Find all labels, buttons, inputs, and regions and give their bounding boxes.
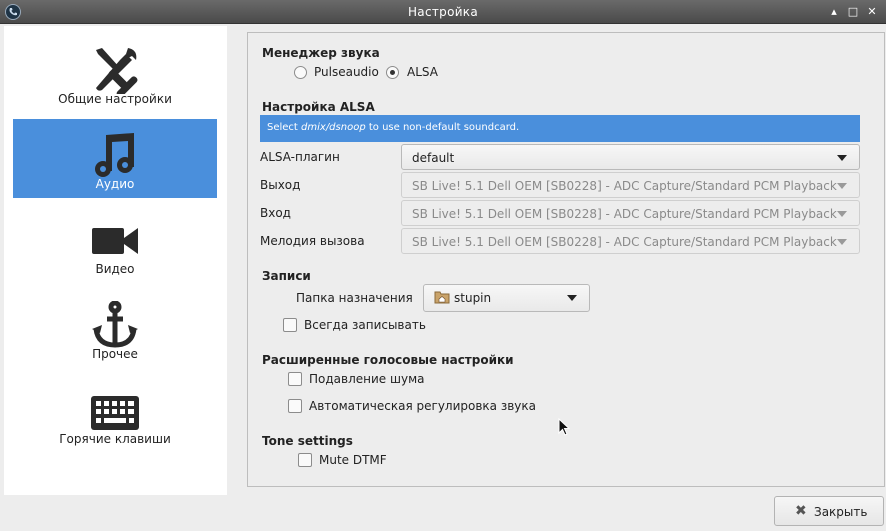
advanced-voice-title: Расширенные голосовые настройки — [262, 353, 514, 367]
destination-folder-select[interactable]: stupin — [423, 284, 590, 312]
alsa-settings-title: Настройка ALSA — [262, 100, 375, 114]
sidebar-item-general[interactable]: Общие настройки — [13, 34, 217, 113]
alsa-plugin-value: default — [412, 151, 455, 165]
agc-checkbox[interactable] — [288, 399, 302, 413]
output-label: Выход — [260, 178, 301, 192]
sidebar-item-label: Видео — [95, 262, 135, 276]
chevron-down-icon — [837, 183, 847, 189]
video-camera-icon — [92, 228, 138, 254]
always-record-label: Всегда записывать — [304, 318, 426, 332]
input-select: SB Live! 5.1 Dell OEM [SB0228] - ADC Cap… — [401, 200, 860, 226]
close-button[interactable]: ✖ Закрыть — [774, 496, 884, 526]
alsa-plugin-label: ALSA-плагин — [260, 150, 340, 164]
chevron-down-icon — [837, 239, 847, 245]
always-record-checkbox[interactable] — [283, 318, 297, 332]
sound-manager-title: Менеджер звука — [262, 46, 380, 60]
music-note-icon — [95, 133, 134, 177]
info-text-prefix: Select — [267, 122, 302, 133]
tone-settings-title: Tone settings — [262, 434, 353, 448]
sidebar-item-hotkeys[interactable]: Горячие клавиши — [13, 374, 217, 453]
sidebar-item-label: Прочее — [92, 347, 138, 361]
ringtone-select: SB Live! 5.1 Dell OEM [SB0228] - ADC Cap… — [401, 228, 860, 254]
settings-sidebar: Общие настройки Аудио Видео Прочее Горяч… — [4, 26, 227, 495]
maximize-button[interactable]: □ — [846, 5, 860, 19]
anchor-icon — [92, 301, 138, 348]
sidebar-item-label: Аудио — [95, 177, 135, 191]
info-text-suffix: to use non-default soundcard. — [365, 122, 520, 133]
noise-suppression-label: Подавление шума — [309, 372, 425, 386]
ringtone-value: SB Live! 5.1 Dell OEM [SB0228] - ADC Cap… — [412, 235, 837, 249]
sidebar-item-audio[interactable]: Аудио — [13, 119, 217, 198]
alsa-radio[interactable] — [386, 66, 399, 79]
chevron-down-icon — [837, 211, 847, 217]
chevron-down-icon — [837, 155, 847, 161]
window-title: Настройка — [407, 5, 479, 19]
records-title: Записи — [262, 269, 311, 283]
sidebar-item-video[interactable]: Видео — [13, 204, 217, 283]
destination-folder-label: Папка назначения — [296, 291, 413, 305]
home-folder-icon — [434, 291, 450, 304]
pulseaudio-label: Pulseaudio — [314, 65, 379, 79]
alsa-info-bar: Select dmix/dsnoop to use non-default so… — [260, 115, 860, 142]
output-select: SB Live! 5.1 Dell OEM [SB0228] - ADC Cap… — [401, 172, 860, 198]
close-window-button[interactable]: ✕ — [865, 5, 879, 19]
keyboard-icon — [91, 396, 139, 430]
noise-suppression-checkbox[interactable] — [288, 372, 302, 386]
close-button-label: Закрыть — [814, 505, 868, 519]
info-text-emphasis: dmix/dsnoop — [301, 122, 366, 133]
mute-dtmf-label: Mute DTMF — [319, 453, 387, 467]
ringtone-label: Мелодия вызова — [260, 234, 365, 248]
tools-icon — [96, 48, 138, 94]
agc-label: Автоматическая регулировка звука — [309, 399, 536, 413]
input-value: SB Live! 5.1 Dell OEM [SB0228] - ADC Cap… — [412, 207, 837, 221]
destination-folder-value: stupin — [454, 291, 492, 305]
mute-dtmf-checkbox[interactable] — [298, 453, 312, 467]
title-bar: Настройка ▴ □ ✕ — [0, 0, 886, 24]
chevron-down-icon — [567, 295, 577, 301]
shade-button[interactable]: ▴ — [827, 5, 841, 19]
close-icon: ✖ — [795, 503, 807, 519]
sidebar-item-label: Общие настройки — [58, 92, 172, 106]
sidebar-item-other[interactable]: Прочее — [13, 289, 217, 368]
alsa-plugin-select[interactable]: default — [401, 144, 860, 170]
alsa-label: ALSA — [407, 65, 438, 79]
sidebar-item-label: Горячие клавиши — [59, 432, 171, 446]
pulseaudio-radio[interactable] — [294, 66, 307, 79]
output-value: SB Live! 5.1 Dell OEM [SB0228] - ADC Cap… — [412, 179, 837, 193]
input-label: Вход — [260, 206, 291, 220]
mouse-cursor-icon — [558, 418, 570, 436]
